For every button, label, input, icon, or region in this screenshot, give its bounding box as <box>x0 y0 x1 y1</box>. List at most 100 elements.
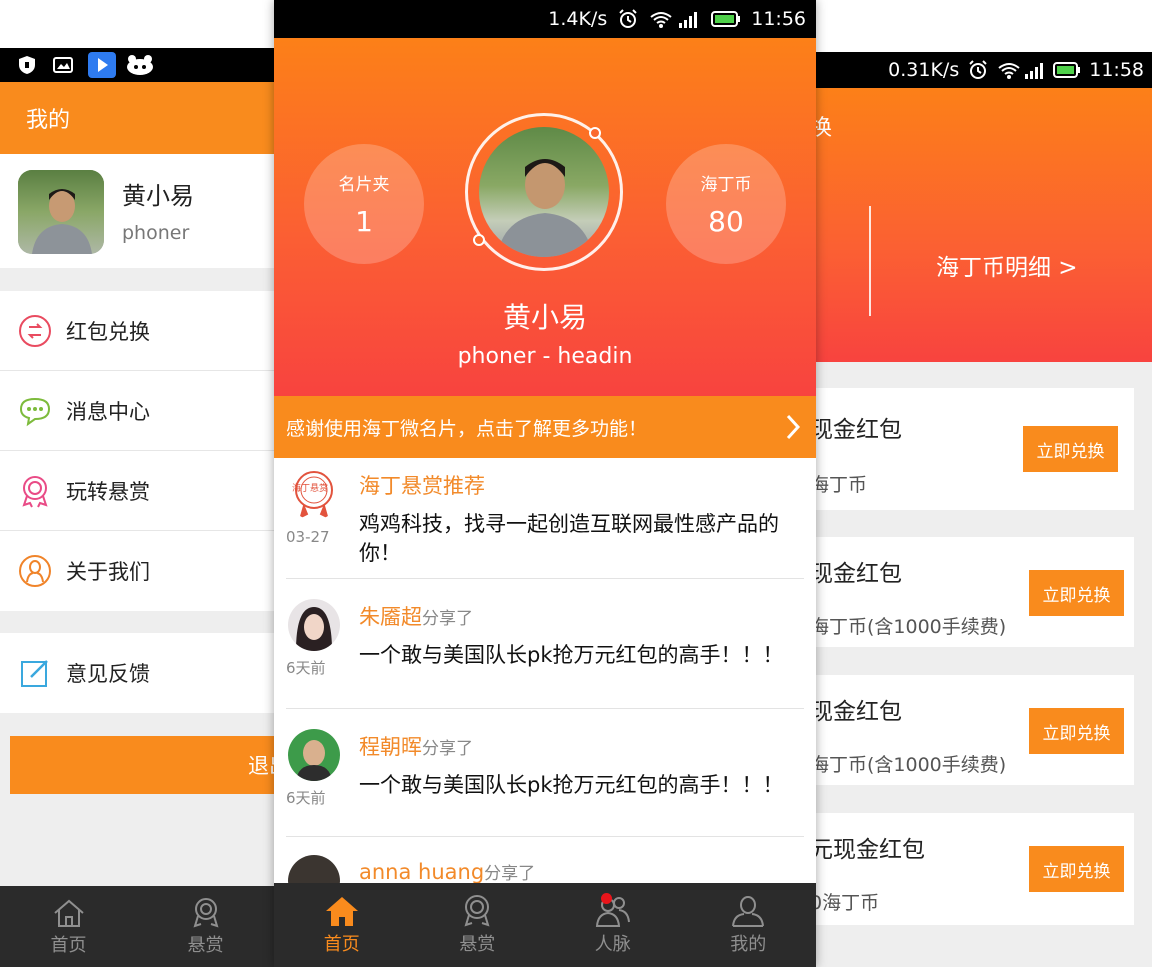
network-speed: 1.4K/s <box>548 8 608 30</box>
battery-icon <box>1053 62 1081 78</box>
badge-label: 海丁悬赏 <box>292 484 329 494</box>
card-subtitle: 0海丁币 <box>816 892 880 914</box>
profile-screen: 我的 黄小易 phoner 红包兑换 消息中心 玩转悬赏 关于我们 意见反馈 退… <box>0 48 274 967</box>
card-subtitle: 海丁币(含1000手续费) <box>816 754 1007 776</box>
reward-badge-icon <box>288 468 340 520</box>
feed-author: 程朝晖分享了 <box>359 731 473 761</box>
exchange-card: 现金红包 海丁币(含1000手续费) 立即兑换 <box>816 537 1134 647</box>
menu-item-about-us[interactable]: 关于我们 <box>0 531 274 611</box>
tab-contacts[interactable]: 人脉 <box>545 883 681 967</box>
author-name: 朱靥超 <box>359 605 422 629</box>
profile-name: 黄小易 <box>122 182 194 210</box>
shield-icon <box>19 56 35 74</box>
exchange-button[interactable]: 立即兑换 <box>1029 570 1124 616</box>
tab-profile[interactable]: 我的 <box>681 883 817 967</box>
clock: 11:58 <box>1089 59 1144 81</box>
feed-date: 6天前 <box>286 659 326 677</box>
feed-text: 一个敢与美国队长pk抢万元红包的高手！！！ <box>359 643 784 667</box>
menu-item-label: 玩转悬赏 <box>66 479 150 504</box>
author-name: 程朝晖 <box>359 735 422 759</box>
home-icon <box>325 897 358 926</box>
user-avatar <box>288 599 340 651</box>
menu-item-rewards[interactable]: 玩转悬赏 <box>0 451 274 531</box>
screenshot-collage: 我的 黄小易 phoner 红包兑换 消息中心 玩转悬赏 关于我们 意见反馈 退… <box>0 0 1152 967</box>
shared-label: 分享了 <box>422 609 473 629</box>
menu-list: 红包兑换 消息中心 玩转悬赏 关于我们 <box>0 291 274 611</box>
exchange-icon <box>18 314 52 348</box>
card-title: 现金红包 <box>816 699 902 725</box>
stat-label: 海丁币 <box>700 175 752 195</box>
banner-text: 感谢使用海丁微名片，点击了解更多功能！ <box>286 417 648 440</box>
status-bar: 0.31K/s 11:58 <box>816 52 1152 88</box>
menu-item-label: 关于我们 <box>66 560 150 584</box>
exchange-button[interactable]: 立即兑换 <box>1029 846 1124 892</box>
medal-icon <box>464 895 490 927</box>
author-name: 海丁悬赏推荐 <box>359 474 485 498</box>
coin-detail-link[interactable]: 海丁币明细 > <box>936 248 1078 282</box>
feedback-label: 意见反馈 <box>66 662 150 686</box>
card-subtitle: 海丁币(含1000手续费) <box>816 616 1007 638</box>
feed-date: 6天前 <box>286 789 326 807</box>
avatar[interactable] <box>479 127 609 257</box>
notification-dot <box>601 893 612 904</box>
medal-icon <box>192 897 219 928</box>
card-holder-stat[interactable]: 名片夹 1 <box>304 144 424 264</box>
exchange-button[interactable]: 立即兑换 <box>1029 708 1124 754</box>
tab-bar: 首页 悬赏 人脉 我的 <box>274 883 816 967</box>
feed-item[interactable]: 海丁悬赏 03-27 海丁悬赏推荐 鸡鸡科技，找寻一起创造互联网最性感产品的你！ <box>286 458 804 579</box>
tab-label: 悬赏 <box>459 934 496 955</box>
chevron-right-icon <box>786 414 801 440</box>
battery-icon <box>711 11 741 27</box>
logout-button[interactable]: 退出 <box>10 736 274 794</box>
user-avatar <box>288 729 340 781</box>
coin-exchange-screen: 0.31K/s 11:58 换 海丁币明细 > 现金红包 海丁币 立即兑换 现金… <box>816 52 1152 967</box>
page-title: 我的 <box>0 82 274 154</box>
coin-stat[interactable]: 海丁币 80 <box>666 144 786 264</box>
tab-rewards[interactable]: 悬赏 <box>137 886 274 967</box>
network-speed: 0.31K/s <box>888 59 960 81</box>
header-title-fragment: 换 <box>816 116 833 141</box>
menu-item-label: 消息中心 <box>66 399 150 424</box>
menu-item-label: 红包兑换 <box>66 319 150 344</box>
coin-header: 换 海丁币明细 > <box>816 88 1152 362</box>
feed-author: anna huang分享了 <box>359 859 535 884</box>
menu-item-message-center[interactable]: 消息中心 <box>0 371 274 451</box>
tab-label: 首页 <box>50 934 87 956</box>
feed-date: 03-27 <box>286 528 330 546</box>
clock: 11:56 <box>751 8 806 30</box>
exchange-button[interactable]: 立即兑换 <box>1023 426 1118 472</box>
alarm-icon <box>969 60 987 79</box>
tab-label: 首页 <box>323 934 360 955</box>
activity-feed: 海丁悬赏 03-27 海丁悬赏推荐 鸡鸡科技，找寻一起创造互联网最性感产品的你！… <box>286 458 804 907</box>
wifi-signal-icon <box>650 12 698 28</box>
tab-bar: 首页 悬赏 <box>0 886 274 967</box>
image-icon <box>53 57 73 73</box>
about-icon <box>18 554 52 588</box>
shared-label: 分享了 <box>484 864 536 884</box>
exchange-card: 元现金红包 0海丁币 立即兑换 <box>816 813 1134 925</box>
shared-label: 分享了 <box>422 739 473 759</box>
feed-item[interactable]: 6天前 程朝晖分享了 一个敢与美国队长pk抢万元红包的高手！！！ <box>286 709 804 837</box>
alarm-icon <box>619 9 637 28</box>
game-app-icon <box>127 55 153 75</box>
card-title: 现金红包 <box>816 561 902 587</box>
menu-item-feedback[interactable]: 意见反馈 <box>0 633 274 713</box>
feature-banner[interactable]: 感谢使用海丁微名片，点击了解更多功能！ <box>274 396 816 458</box>
tab-rewards[interactable]: 悬赏 <box>410 883 546 967</box>
profile-subtitle: phoner - headin <box>457 344 633 369</box>
menu-item-red-packet-exchange[interactable]: 红包兑换 <box>0 291 274 371</box>
tab-home[interactable]: 首页 <box>0 886 137 967</box>
card-title: 元现金红包 <box>816 837 925 863</box>
exchange-card: 现金红包 海丁币 立即兑换 <box>816 388 1134 510</box>
person-icon <box>732 896 765 927</box>
stat-label: 名片夹 <box>338 175 390 195</box>
feed-author: 朱靥超分享了 <box>359 601 473 631</box>
tab-home[interactable]: 首页 <box>274 883 410 967</box>
avatar <box>18 170 104 254</box>
profile-hero: 名片夹 1 海丁币 80 黄小易 phoner - headin <box>274 38 816 396</box>
profile-card[interactable]: 黄小易 phoner <box>0 154 274 268</box>
tab-label: 悬赏 <box>187 934 224 956</box>
edit-icon <box>18 656 52 690</box>
feed-item[interactable]: 6天前 朱靥超分享了 一个敢与美国队长pk抢万元红包的高手！！！ <box>286 579 804 709</box>
card-subtitle: 海丁币 <box>816 474 868 496</box>
